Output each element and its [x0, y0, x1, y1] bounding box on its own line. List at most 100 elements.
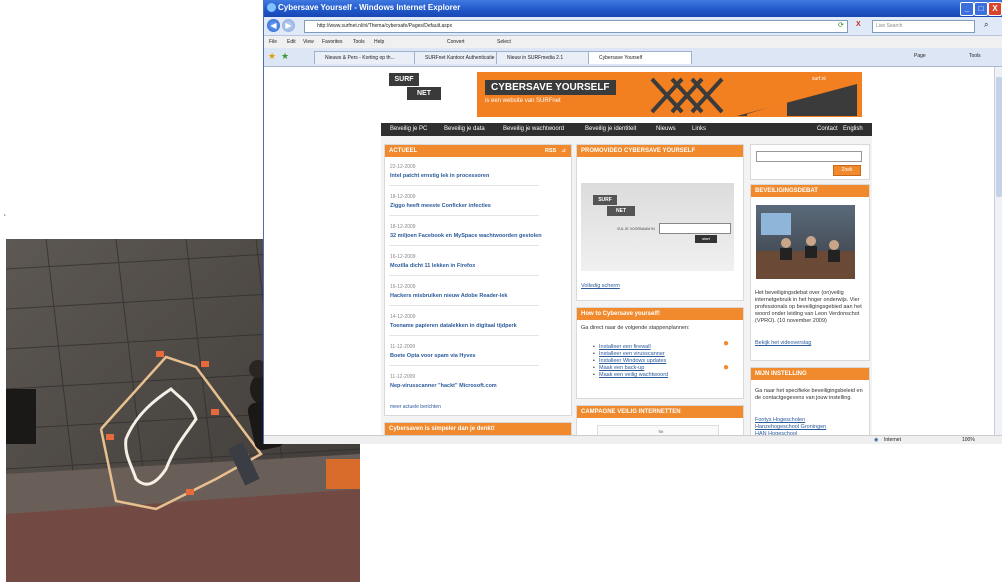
address-toolbar: ◀ ▶ http://www.surfnet.nl/nl/Thema/cyber…	[264, 17, 1002, 36]
howto-heading: How to Cybersave yourself!	[577, 308, 743, 320]
instelling-link-hanze[interactable]: Hanzehogeschool Groningen	[755, 424, 826, 430]
actueel-heading: ACTUEEL	[385, 145, 571, 157]
favorites-star-icon[interactable]: ★	[268, 51, 276, 62]
site-nav: Beveilig je PC Beveilig je data Beveilig…	[381, 123, 872, 136]
debat-photo[interactable]	[756, 205, 855, 279]
tab-surfmedia[interactable]: Nieuw in SURFmedia 2.1	[496, 51, 598, 64]
menu-edit[interactable]: Edit	[287, 39, 296, 45]
promo-panel: PROMOVIDEO CYBERSAVE YOURSELF SURF NET V…	[576, 144, 744, 301]
nav-beveilig-pc[interactable]: Beveilig je PC	[390, 126, 427, 132]
news-date: 16-12-2009	[390, 284, 416, 290]
stop-icon[interactable]: X	[856, 21, 861, 28]
cybersaven-heading: Cybersaven is simpeler dan je denkt!	[385, 423, 571, 435]
tab-nieuws[interactable]: Nieuws & Pers - Korting op th...	[314, 51, 424, 64]
site-search-input[interactable]	[756, 151, 862, 162]
mijn-instelling-text: Ga naar het specifieke beveiligingsbelei…	[755, 388, 863, 401]
howto-link-virusscanner[interactable]: Installeer een virusscanner	[599, 351, 665, 357]
menu-help[interactable]: Help	[374, 39, 384, 45]
tab-cybersave[interactable]: Cybersave Yourself	[588, 51, 692, 64]
video-prompt: VUL JE VOORNAAM IN	[617, 227, 655, 231]
tab-bar: ★ ★ Nieuws & Pers - Korting op th... SUR…	[264, 48, 1002, 67]
news-divider	[389, 305, 539, 306]
debat-video-link[interactable]: Bekijk het videoverslag	[755, 340, 811, 346]
bullet-icon: •	[593, 365, 595, 371]
scrollbar-thumb[interactable]	[996, 77, 1002, 197]
video-logo-top: SURF	[593, 195, 617, 205]
search-icon[interactable]: ⌕	[984, 20, 988, 30]
news-link[interactable]: Mozilla dicht 11 lekken in Firefox	[390, 263, 475, 269]
nav-beveilig-wachtwoord[interactable]: Beveilig je wachtwoord	[503, 126, 564, 132]
instelling-link-fontys[interactable]: Fontys Hogescholen	[755, 417, 805, 423]
news-divider	[389, 335, 539, 336]
add-favorite-icon[interactable]: ★	[281, 51, 289, 62]
zone-label: Internet	[884, 437, 901, 443]
menu-view[interactable]: View	[303, 39, 314, 45]
nav-english[interactable]: English	[843, 126, 863, 132]
tools-menu[interactable]: Tools	[969, 53, 981, 59]
maximize-button[interactable]: □	[974, 2, 988, 16]
howto-panel: How to Cybersave yourself! Ga direct naa…	[576, 307, 744, 399]
nav-nieuws[interactable]: Nieuws	[656, 126, 676, 132]
news-link[interactable]: Boete Opta voor spam via Hyves	[390, 353, 476, 359]
menu-favorites[interactable]: Favorites	[322, 39, 343, 45]
bullet-icon: •	[593, 344, 595, 350]
news-link[interactable]: 32 miljoen Facebook en MySpace wachtwoor…	[390, 233, 542, 239]
zoek-button[interactable]: Zoek	[833, 165, 861, 176]
logo-top: SURF	[389, 73, 419, 86]
address-input[interactable]: http://www.surfnet.nl/nl/Thema/cybersafe…	[304, 20, 848, 33]
nav-contact[interactable]: Contact	[817, 126, 838, 132]
promo-video[interactable]: SURF NET VUL JE VOORNAAM IN start	[581, 183, 734, 271]
news-date: 11-12-2009	[390, 344, 416, 350]
close-button[interactable]: X	[988, 2, 1002, 16]
howto-link-backup[interactable]: Maak een back-up	[599, 365, 644, 371]
back-button[interactable]: ◀	[267, 19, 280, 32]
howto-link-updates[interactable]: Installeer Windows updates	[599, 358, 666, 364]
rss-link[interactable]: RSS	[545, 148, 556, 154]
nav-links[interactable]: Links	[692, 126, 706, 132]
video-logo-bottom: NET	[607, 206, 635, 216]
news-date: 18-12-2009	[390, 194, 416, 200]
rss-icon[interactable]: ⊿	[561, 147, 566, 154]
tab-surfnet-kantoor[interactable]: SURFnet Kantoor Authenticatie	[414, 51, 506, 64]
more-news-link[interactable]: meer actuele berichten	[390, 404, 441, 410]
news-link[interactable]: Intel patcht ernstig lek in processoren	[390, 173, 489, 179]
news-link[interactable]: Toename papieren datalekken in digitaal …	[390, 323, 517, 329]
page-menu[interactable]: Page	[914, 53, 926, 59]
select-button[interactable]: Select	[497, 39, 511, 45]
fullscreen-link[interactable]: Volledig scherm	[581, 283, 620, 289]
nav-beveilig-data[interactable]: Beveilig je data	[444, 126, 485, 132]
howto-link-firewall[interactable]: Installeer een firewall	[599, 344, 651, 350]
news-divider	[389, 215, 539, 216]
news-link[interactable]: Hackers misbruiken nieuw Adobe Reader-le…	[390, 293, 507, 299]
vertical-scrollbar[interactable]	[994, 67, 1002, 435]
menu-file[interactable]: File	[269, 39, 277, 45]
debat-text: Het beveiligingsdebat over (on)veilig in…	[755, 290, 862, 324]
zoom-level[interactable]: 100%	[962, 437, 975, 443]
search-input[interactable]: Live Search	[872, 20, 975, 33]
debat-panel: BEVEILIGINGSDEBAT Het beveiligingsdebat …	[750, 184, 870, 361]
news-divider	[389, 185, 539, 186]
news-date: 18-12-2009	[390, 224, 416, 230]
footprint-icon: ●	[723, 338, 730, 349]
video-start-button[interactable]: start	[695, 235, 717, 243]
bullet-icon: •	[593, 351, 595, 357]
minimize-button[interactable]: _	[960, 2, 974, 16]
surfnet-logo[interactable]: SURF NET	[389, 73, 443, 101]
menu-tools[interactable]: Tools	[353, 39, 365, 45]
menu-bar: File Edit View Favorites Tools Help Conv…	[264, 36, 1002, 48]
banner-graphic	[650, 77, 857, 116]
news-link[interactable]: Nep-virusscanner "hackt" Microsoft.com	[390, 383, 497, 389]
howto-link-wachtwoord[interactable]: Maak een veilig wachtwoord	[599, 372, 668, 378]
site-search-panel: Zoek	[750, 144, 870, 180]
news-date: 11-12-2009	[390, 374, 416, 380]
convert-button[interactable]: Convert	[447, 39, 465, 45]
refresh-icon[interactable]: ⟳	[838, 21, 844, 29]
video-name-input[interactable]	[659, 223, 731, 234]
forward-button[interactable]: ▶	[282, 19, 295, 32]
ie-logo-icon	[267, 3, 276, 12]
debat-photo-graphic	[756, 213, 855, 279]
nav-beveilig-identiteit[interactable]: Beveilig je identiteit	[585, 126, 636, 132]
news-link[interactable]: Ziggo heeft meeste Conficker infecties	[390, 203, 491, 209]
actueel-panel: ACTUEEL RSS ⊿ 22-12-2009 Intel patcht er…	[384, 144, 572, 416]
mijn-instelling-panel: MIJN INSTELLING Ga naar het specifieke b…	[750, 367, 870, 438]
